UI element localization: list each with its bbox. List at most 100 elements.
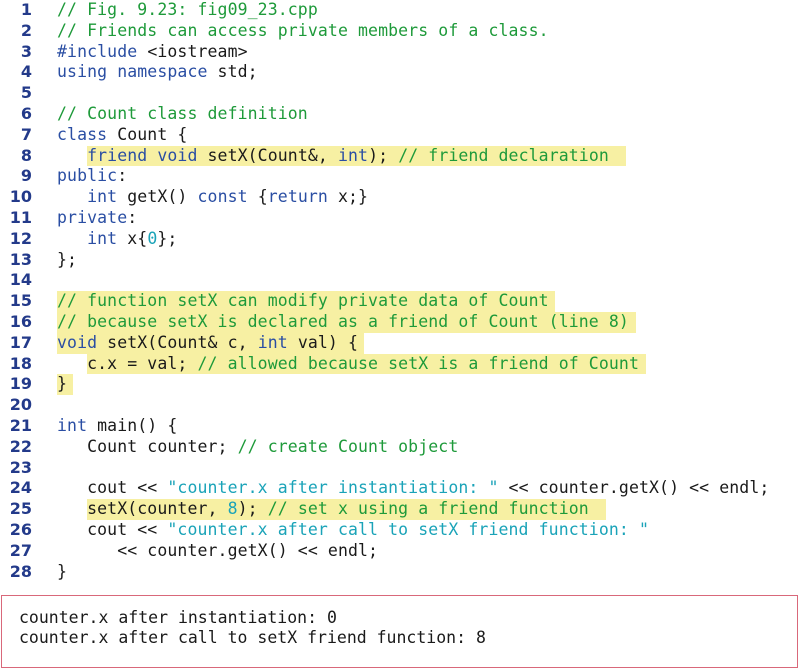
code-line: 28} <box>0 562 802 583</box>
comment-token: // function setX can modify private data… <box>57 291 549 311</box>
keyword-token: int <box>57 416 88 435</box>
line-number: 6 <box>20 104 32 123</box>
code-line: 20 <box>0 395 802 416</box>
number-token: 0 <box>147 228 158 248</box>
keyword-token: int <box>257 332 288 352</box>
plain-token: } <box>57 561 68 581</box>
code-text: cout << "counter.x after call to setX fr… <box>57 520 649 541</box>
comment-token: // set x using a friend function <box>267 499 599 519</box>
keyword-token: int <box>87 187 118 207</box>
code-line: 27 << counter.getX() << endl; <box>0 541 802 562</box>
plain-token: std; <box>207 62 258 82</box>
code-text: #include <iostream> <box>57 42 248 63</box>
plain-token: }; <box>157 228 178 248</box>
line-number: 8 <box>20 145 32 165</box>
code-text: } <box>57 374 67 395</box>
line-number: 28 <box>9 561 32 581</box>
line-number: 2 <box>20 20 32 40</box>
line-number: 26 <box>9 520 32 539</box>
code-text: int main() { <box>57 416 177 437</box>
line-number: 18 <box>9 353 32 373</box>
line-number: 19 <box>9 374 32 394</box>
line-number: 1 <box>20 0 32 19</box>
code-line: 16 // because setX is declared as a frien… <box>0 312 802 333</box>
line-number: 3 <box>20 41 32 61</box>
plain-token: setX(Count& c, <box>97 332 258 352</box>
code-line: 21 int main() { <box>0 416 802 437</box>
code-text: // Friends can access private members of… <box>57 21 549 42</box>
plain-token: } <box>57 374 68 394</box>
code-text: // because setX is declared as a friend … <box>57 312 629 333</box>
code-line: 11 private: <box>0 208 802 229</box>
line-number: 9 <box>20 166 32 186</box>
line-number: 13 <box>9 249 32 269</box>
keyword-token: int <box>87 228 118 248</box>
output-line: counter.x after call to setX friend func… <box>19 628 486 647</box>
comment-token: // Fig. 9.23: fig09_23.cpp <box>57 0 318 19</box>
code-listing: 1 // Fig. 9.23: fig09_23.cpp 2 // Friends c… <box>0 0 802 584</box>
code-text: public: <box>57 166 127 187</box>
code-text: Count counter; // create Count object <box>57 437 458 458</box>
plain-token: : <box>117 166 128 186</box>
code-text: private: <box>57 208 137 229</box>
code-line: 1 // Fig. 9.23: fig09_23.cpp <box>0 0 802 21</box>
keyword-token: class <box>57 124 108 144</box>
line-number: 15 <box>9 291 32 311</box>
code-line: 26 cout << "counter.x after call to setX… <box>0 520 802 541</box>
code-line: 2 // Friends can access private members o… <box>0 21 802 42</box>
code-line: 10 int getX() const {return x;} <box>0 187 802 208</box>
keyword-token: int <box>337 145 369 165</box>
code-text: int x{0}; <box>57 229 177 250</box>
plain-token: Count { <box>107 124 188 144</box>
code-line: 18 c.x = val; // allowed because setX is… <box>0 353 802 375</box>
code-text: using namespace std; <box>57 62 258 83</box>
line-number: 5 <box>20 83 32 103</box>
line-number: 7 <box>20 124 32 144</box>
string-token: "counter.x after instantiation: " <box>167 478 499 498</box>
code-line: 9 public: <box>0 166 802 187</box>
code-line: 15 // function setX can modify private da… <box>0 291 802 312</box>
keyword-token: #include <box>57 41 138 61</box>
code-text: // Count class definition <box>57 104 308 125</box>
line-number: 27 <box>9 540 32 560</box>
plain-token: { <box>247 187 268 207</box>
line-number: 23 <box>9 457 32 477</box>
code-text: int getX() const {return x;} <box>57 187 368 208</box>
code-text: }; <box>57 250 77 271</box>
code-text: // Fig. 9.23: fig09_23.cpp <box>57 0 318 21</box>
plain-token: <iostream> <box>137 41 248 61</box>
plain-token: main() { <box>87 416 178 435</box>
comment-token: // friend declaration <box>398 145 619 165</box>
string-token: "counter.x after call to setX friend fun… <box>167 520 649 539</box>
code-text: // function setX can modify private data… <box>57 291 549 312</box>
comment-token: // allowed because setX is a friend of C… <box>197 353 639 373</box>
code-text: } <box>57 562 67 583</box>
code-text: void setX(Count& c, int val) { <box>57 333 358 354</box>
code-line: 14 <box>0 270 802 291</box>
line-number: 24 <box>9 478 32 498</box>
keyword-token: public <box>57 166 118 186</box>
comment-token: // Friends can access private members of… <box>57 20 549 40</box>
code-text: setX(counter, 8); // set x using a frien… <box>57 499 599 520</box>
line-number: 22 <box>9 436 32 456</box>
line-number: 10 <box>9 187 32 207</box>
code-line: 6 // Count class definition <box>0 104 802 125</box>
line-number: 4 <box>20 62 32 82</box>
code-line: 7 class Count { <box>0 125 802 146</box>
plain-token: setX(counter, <box>57 499 228 519</box>
plain-token: x;} <box>327 187 369 207</box>
line-number: 16 <box>9 312 32 331</box>
keyword-token: using namespace <box>57 62 208 82</box>
code-line: 3 #include <iostream> <box>0 42 802 63</box>
plain-token: getX() <box>117 187 198 207</box>
plain-token: cout << <box>57 478 168 498</box>
code-line: 8 friend void setX(Count&, int); // frie… <box>0 145 802 167</box>
plain-token: }; <box>57 249 78 269</box>
keyword-token: return <box>267 187 328 207</box>
code-line: 22 Count counter; // create Count object <box>0 437 802 458</box>
plain-token: x{ <box>117 228 148 248</box>
plain-token: val) { <box>287 332 359 352</box>
